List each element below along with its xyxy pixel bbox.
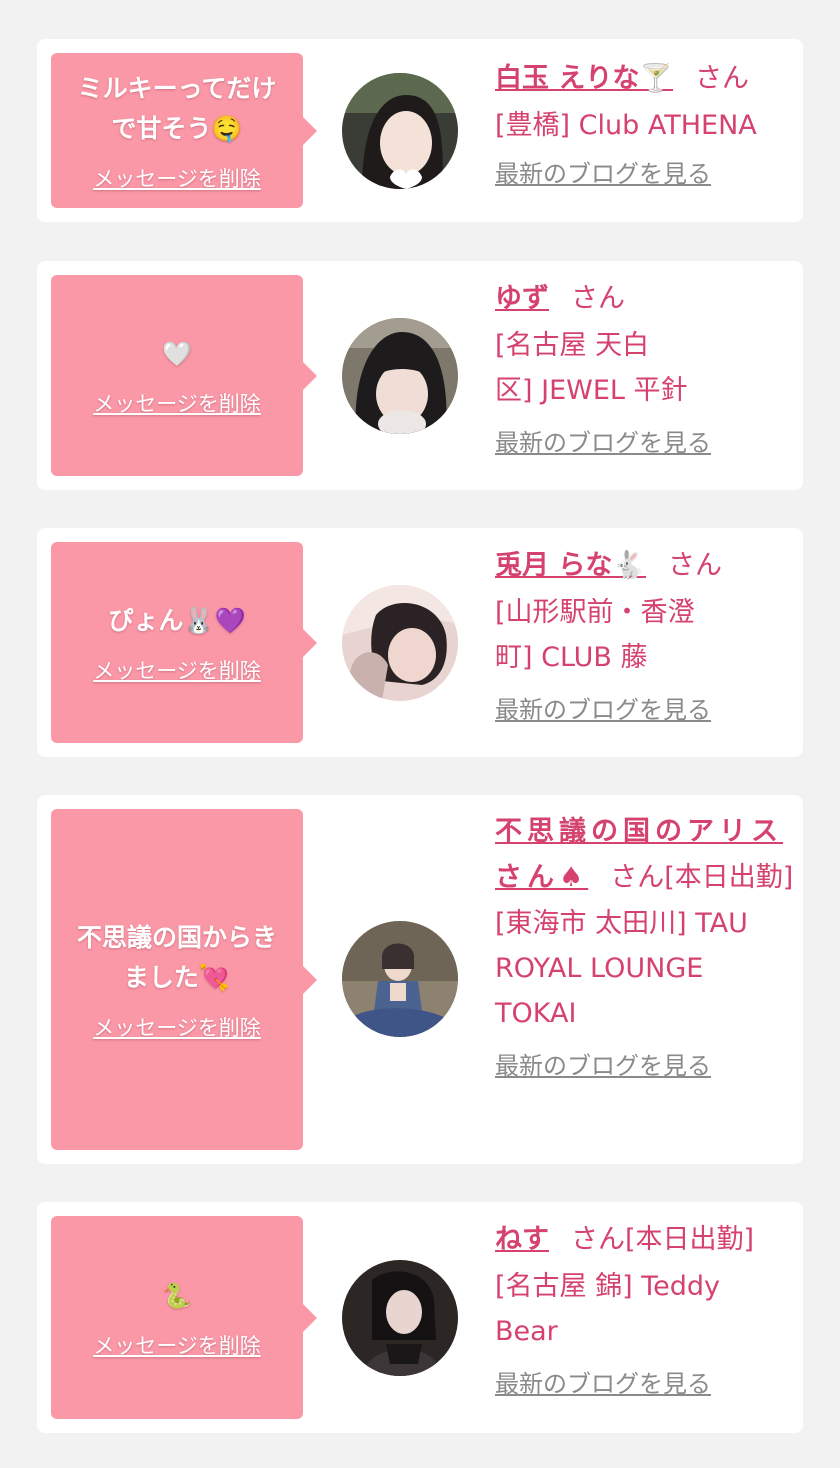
avatar[interactable] xyxy=(342,1260,458,1376)
shop-label: [東海市 太田川] TAU ROYAL LOUNGE TOKAI xyxy=(495,908,748,1029)
latest-blog-link[interactable]: 最新のブログを見る xyxy=(495,1048,711,1084)
portrait-photo-icon xyxy=(342,585,458,701)
profile-info: 不思議の国のアリスさん♠ さん[本日出勤] [東海市 太田川] TAU ROYAL… xyxy=(495,809,795,1084)
latest-blog-link[interactable]: 最新のブログを見る xyxy=(495,692,711,728)
message-text: ぴょん🐰💜 xyxy=(108,605,246,635)
delete-message-link[interactable]: メッセージを削除 xyxy=(93,655,261,685)
message-card: ミルキーってだけ で甘そう🤤 メッセージを削除 白玉 えりな🍸 さん [豊橋] C… xyxy=(37,39,803,222)
portrait-photo-icon xyxy=(342,318,458,434)
shop-label: [豊橋] Club ATHENA xyxy=(495,110,757,141)
shop-label: [名古屋 天白 区] JEWEL 平針 xyxy=(495,330,688,406)
latest-blog-link[interactable]: 最新のブログを見る xyxy=(495,1366,711,1402)
name-line: 兎月 らな🐇 さん xyxy=(495,542,795,590)
message-card: ぴょん🐰💜 メッセージを削除 兎月 らな🐇 さん [山形駅前・香澄 町] CLUB… xyxy=(37,528,803,757)
profile-info: 白玉 えりな🍸 さん [豊橋] Club ATHENA 最新のブログを見る xyxy=(495,55,795,192)
honorific-label: さん[本日出勤] xyxy=(610,862,794,893)
honorific-label: さん xyxy=(571,283,625,314)
delete-message-link[interactable]: メッセージを削除 xyxy=(93,163,261,193)
message-card: 🤍 メッセージを削除 ゆず さん [名古屋 天白 区] JEWEL 平針 最新のブ… xyxy=(37,261,803,490)
shop-label: [名古屋 錦] Teddy Bear xyxy=(495,1271,721,1347)
profile-name-link[interactable]: ねす xyxy=(495,1224,549,1255)
message-text: 不思議の国からき ました💘 xyxy=(76,922,277,992)
honorific-label: さん[本日出勤] xyxy=(571,1224,755,1255)
profile-info: ねす さん[本日出勤] [名古屋 錦] Teddy Bear 最新のブログを見る xyxy=(495,1216,795,1402)
avatar[interactable] xyxy=(342,921,458,1037)
message-text: ミルキーってだけ で甘そう🤤 xyxy=(77,73,277,143)
delete-message-link[interactable]: メッセージを削除 xyxy=(93,1330,261,1360)
message-bubble: ミルキーってだけ で甘そう🤤 メッセージを削除 xyxy=(51,53,317,208)
avatar[interactable] xyxy=(342,585,458,701)
portrait-photo-icon xyxy=(342,921,458,1037)
profile-info: ゆず さん [名古屋 天白 区] JEWEL 平針 最新のブログを見る xyxy=(495,275,795,461)
name-line: ゆず さん xyxy=(495,275,795,323)
message-bubble: ぴょん🐰💜 メッセージを削除 xyxy=(51,542,317,743)
profile-info: 兎月 らな🐇 さん [山形駅前・香澄 町] CLUB 藤 最新のブログを見る xyxy=(495,542,795,728)
message-card: 🐍 メッセージを削除 ねす さん[本日出勤] [名古屋 錦] Teddy Bear… xyxy=(37,1202,803,1433)
delete-message-link[interactable]: メッセージを削除 xyxy=(93,1012,261,1042)
avatar[interactable] xyxy=(342,73,458,189)
profile-name-link[interactable]: 白玉 えりな🍸 xyxy=(495,63,673,94)
honorific-label: さん xyxy=(695,63,750,94)
message-bubble: 🤍 メッセージを削除 xyxy=(51,275,317,476)
latest-blog-link[interactable]: 最新のブログを見る xyxy=(495,156,711,192)
profile-name-link[interactable]: 兎月 らな🐇 xyxy=(495,550,646,581)
latest-blog-link[interactable]: 最新のブログを見る xyxy=(495,425,711,461)
shop-label: [山形駅前・香澄 町] CLUB 藤 xyxy=(495,597,695,673)
message-text: 🐍 xyxy=(162,1281,192,1310)
message-bubble: 不思議の国からき ました💘 メッセージを削除 xyxy=(51,809,317,1150)
honorific-label: さん xyxy=(668,550,723,581)
portrait-photo-icon xyxy=(342,73,458,189)
message-text: 🤍 xyxy=(162,339,192,368)
name-line: 不思議の国のアリスさん♠ さん[本日出勤] xyxy=(495,809,795,901)
profile-name-link[interactable]: ゆず xyxy=(495,283,549,314)
message-bubble: 🐍 メッセージを削除 xyxy=(51,1216,317,1419)
message-card: 不思議の国からき ました💘 メッセージを削除 不思議の国のアリスさん♠ さん[本日… xyxy=(37,795,803,1164)
message-list: ミルキーってだけ で甘そう🤤 メッセージを削除 白玉 えりな🍸 さん [豊橋] C… xyxy=(0,0,840,1468)
name-line: 白玉 えりな🍸 さん xyxy=(495,55,795,103)
avatar[interactable] xyxy=(342,318,458,434)
delete-message-link[interactable]: メッセージを削除 xyxy=(93,388,261,418)
name-line: ねす さん[本日出勤] xyxy=(495,1216,795,1264)
portrait-photo-icon xyxy=(342,1260,458,1376)
